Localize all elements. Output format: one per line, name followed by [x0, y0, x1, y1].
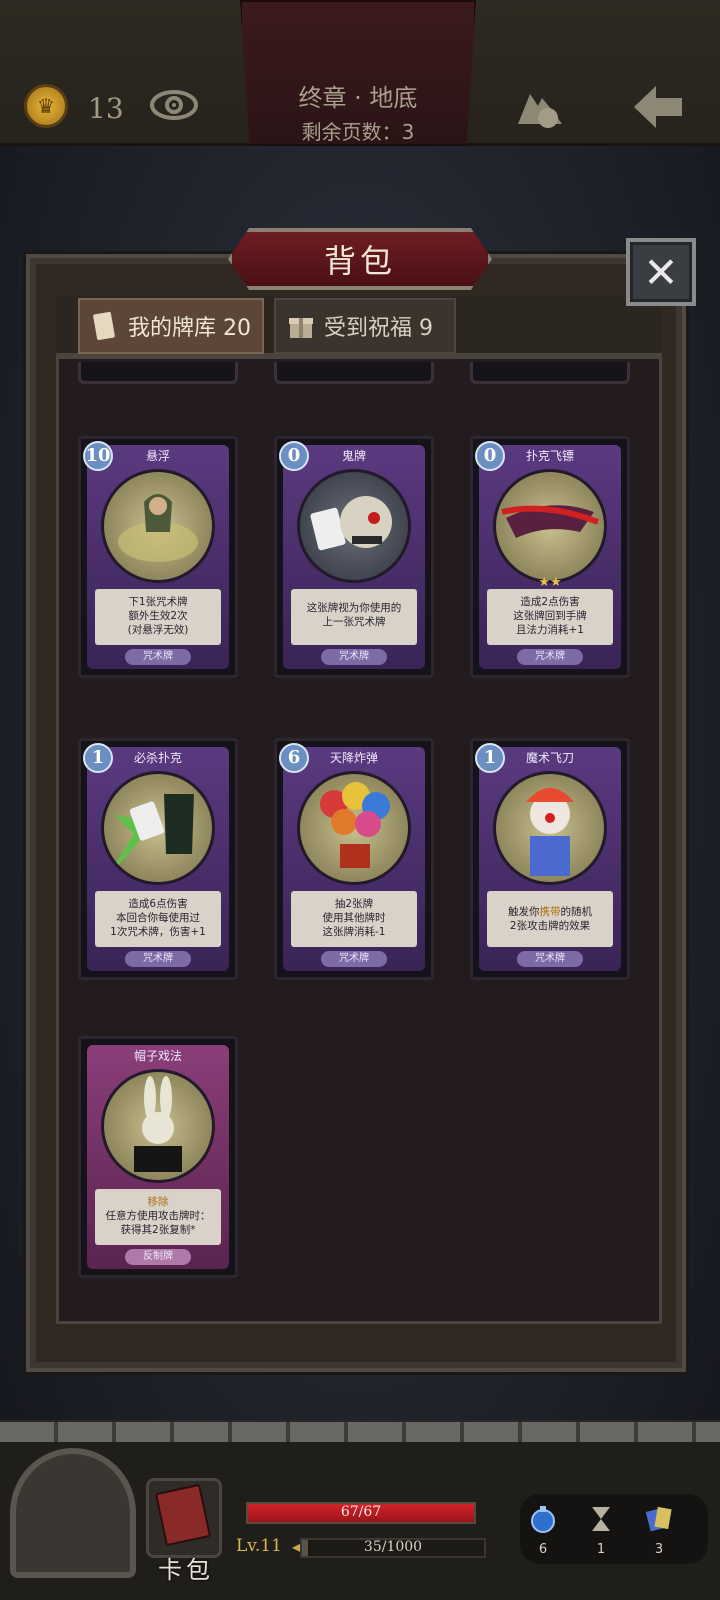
card-bomb-drop[interactable]: 天降炸弹 6 抽2张牌 使用其他牌时 这张牌消耗-1 咒术牌 [274, 738, 434, 980]
close-button[interactable]: ✕ [626, 238, 696, 306]
pumpkin-bag-icon[interactable] [512, 84, 568, 130]
card-killer-poker[interactable]: 必杀扑克 1 造成6点伤害 本回合你每使用过 1次咒术牌，伤害+1 咒术牌 [78, 738, 238, 980]
mana-cost: 1 [475, 743, 505, 773]
level-label: Lv.11 [236, 1536, 282, 1556]
hourglass-count: 1 [596, 1542, 606, 1557]
card-poker-dart[interactable]: 扑克飞镖 ★★ 0 造成2点伤害 这张牌回到手牌 且法力消耗+1 咒术牌 [470, 436, 630, 678]
card-art-clown [493, 771, 607, 885]
card-description: 触发你携带的随机 2张攻击牌的效果 [487, 891, 613, 947]
card-magic-knife[interactable]: 魔术飞刀 1 触发你携带的随机 2张攻击牌的效果 咒术牌 [470, 738, 630, 980]
card-hat-trick[interactable]: 帽子戏法 移除 任意方使用攻击牌时： 获得其2张复制* 反制牌 [78, 1036, 238, 1278]
card-partial[interactable] [274, 362, 434, 384]
tab-blessings-label: 受到祝福 9 [324, 316, 433, 341]
coin-count: 13 [88, 92, 124, 125]
xp-text: 35/1000 [363, 1539, 423, 1555]
chapter-title: 终章 · 地底 [298, 84, 418, 112]
hourglass-icon[interactable] [586, 1504, 616, 1534]
card-stars: ★★ [538, 575, 562, 590]
potion-icon[interactable] [528, 1504, 558, 1534]
game-screen: { "header": { "coin_count": "13", "chapt… [0, 0, 720, 1600]
tab-my-deck[interactable]: 我的牌库 20 [78, 298, 264, 354]
mana-cost: 10 [83, 441, 113, 471]
crown-coin-icon: ♛ [24, 84, 68, 128]
card-type: 咒术牌 [125, 649, 191, 665]
card-art-rabbit-hat [101, 1069, 215, 1183]
card-art-flying-card [493, 469, 607, 583]
tab-blessings[interactable]: 受到祝福 9 [274, 298, 456, 354]
cards-icon[interactable] [644, 1504, 674, 1534]
card-joker[interactable]: 鬼牌 0 这张牌视为你使用的 上一张咒术牌 咒术牌 [274, 436, 434, 678]
mana-cost: 1 [83, 743, 113, 773]
deck-label: 卡包 [158, 1556, 214, 1584]
card-name: 帽子戏法 [133, 1049, 182, 1063]
card-art-balloon-bomb [297, 771, 411, 885]
back-arrow-icon[interactable] [630, 82, 686, 132]
card-partial[interactable] [470, 362, 630, 384]
card-type: 反制牌 [125, 1249, 191, 1265]
pages-remaining: 剩余页数：3 [301, 120, 415, 144]
potion-count: 6 [538, 1542, 548, 1557]
card-art-card-throw [101, 771, 215, 885]
card-type: 咒术牌 [321, 951, 387, 967]
gift-icon [289, 318, 313, 338]
card-description: 下1张咒术牌 额外生效2次 (对悬浮无效) [95, 589, 221, 645]
card-art-levitating-figure [101, 469, 215, 583]
hp-text: 67/67 [340, 1504, 382, 1520]
card-description: 造成6点伤害 本回合你每使用过 1次咒术牌，伤害+1 [95, 891, 221, 947]
mana-cost: 0 [475, 441, 505, 471]
cards-count: 3 [654, 1542, 664, 1557]
card-description: 抽2张牌 使用其他牌时 这张牌消耗-1 [291, 891, 417, 947]
card-description: 移除 任意方使用攻击牌时： 获得其2张复制* [95, 1189, 221, 1245]
modal-title: 背包 [323, 242, 396, 280]
mana-cost: 0 [279, 441, 309, 471]
card-art-skull-joker [297, 469, 411, 583]
stone-wall-divider [0, 1420, 720, 1442]
card-type: 咒术牌 [125, 951, 191, 967]
card-partial[interactable] [78, 362, 238, 384]
card-type: 咒术牌 [321, 649, 387, 665]
card-type: 咒术牌 [517, 951, 583, 967]
tab-my-deck-label: 我的牌库 20 [128, 316, 251, 341]
eye-icon[interactable] [150, 88, 198, 122]
mana-cost: 6 [279, 743, 309, 773]
card-description: 这张牌视为你使用的 上一张咒术牌 [291, 589, 417, 645]
card-description: 造成2点伤害 这张牌回到手牌 且法力消耗+1 [487, 589, 613, 645]
card-levitate[interactable]: 悬浮 10 下1张咒术牌 额外生效2次 (对悬浮无效) 咒术牌 [78, 436, 238, 678]
card-type: 咒术牌 [517, 649, 583, 665]
hero-portrait[interactable] [10, 1448, 136, 1578]
card-icon [93, 311, 115, 341]
